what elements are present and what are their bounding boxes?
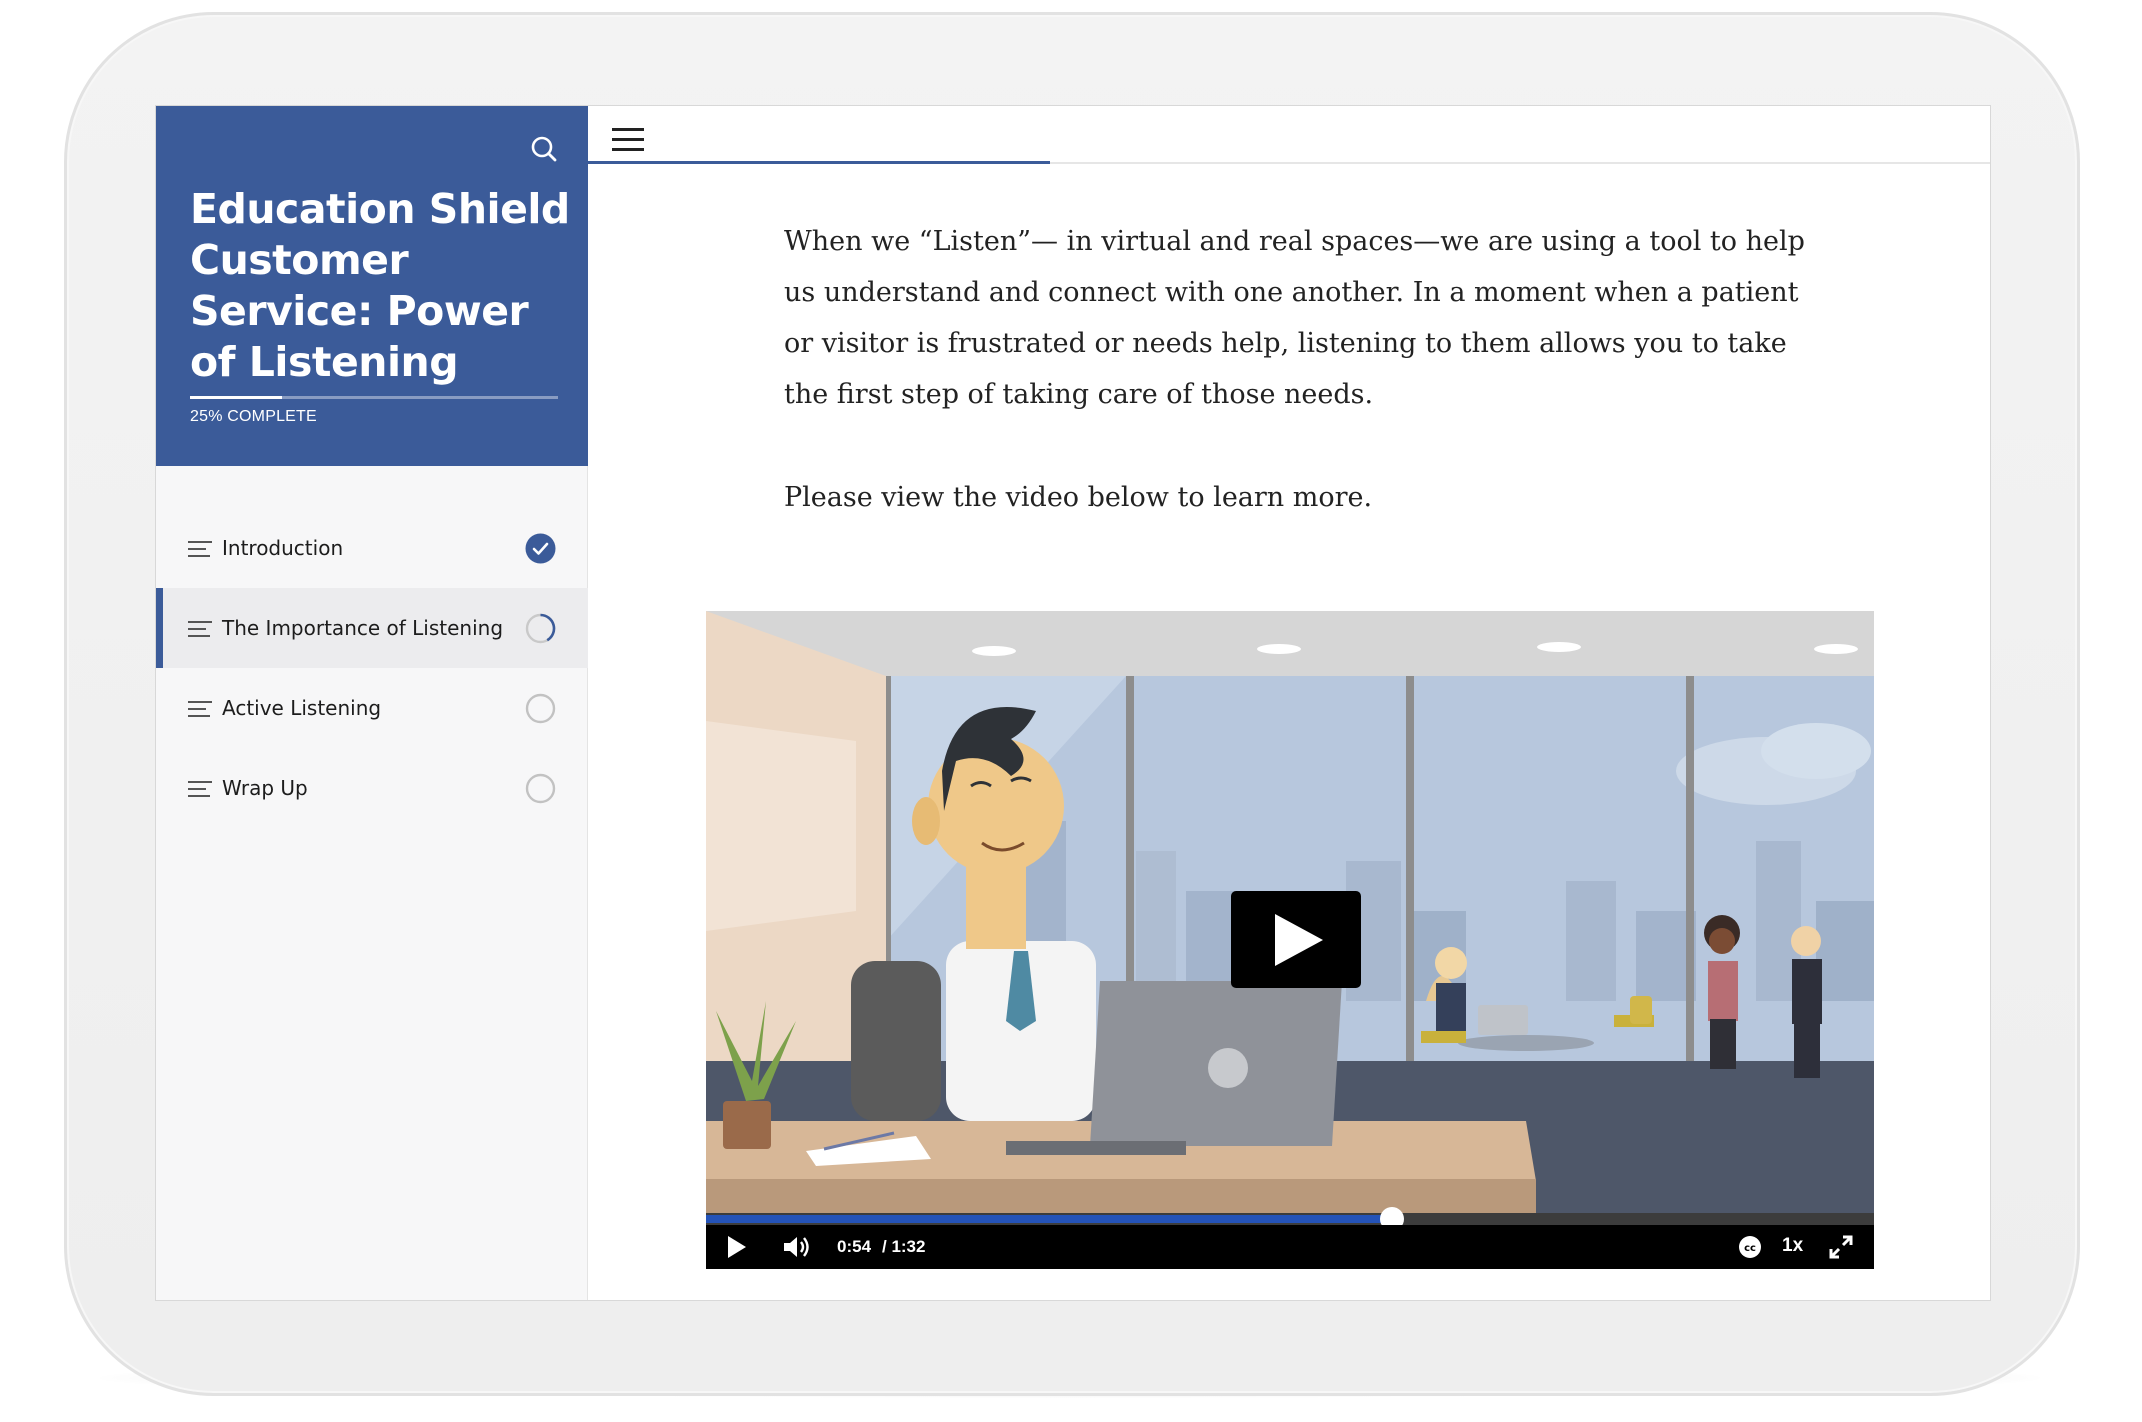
fullscreen-button[interactable] — [1829, 1235, 1853, 1264]
volume-button[interactable] — [784, 1235, 812, 1264]
video-play-overlay-button[interactable] — [1231, 891, 1361, 988]
volume-icon — [784, 1237, 809, 1257]
playback-speed-button[interactable]: 1x — [1782, 1235, 1803, 1257]
lesson-topbar — [588, 106, 1990, 164]
menu-lines-icon — [188, 621, 212, 637]
video-scrubber[interactable] — [706, 1207, 1874, 1231]
course-sidebar: Education Shield Customer Service: Power… — [156, 106, 588, 1300]
play-icon — [1275, 914, 1323, 966]
lesson-item-introduction[interactable]: Introduction — [156, 508, 588, 588]
empty-circle-icon — [525, 693, 556, 724]
lesson-item-active-listening[interactable]: Active Listening — [156, 668, 588, 748]
lesson-content: When we “Listen”— in virtual and real sp… — [784, 216, 1814, 575]
menu-lines-icon — [188, 541, 212, 557]
course-progress-label: 25% COMPLETE — [190, 408, 317, 425]
lesson-progress-indicator — [588, 161, 1050, 164]
lesson-label: Active Listening — [222, 696, 382, 720]
video-controls: 0:54 / 1:32 cc 1x — [706, 1225, 1874, 1269]
play-button[interactable] — [728, 1236, 746, 1263]
lesson-item-importance-of-listening[interactable]: The Importance of Listening — [156, 588, 588, 668]
check-circle-icon — [525, 533, 556, 564]
lesson-label: Introduction — [222, 536, 344, 560]
hamburger-icon[interactable] — [612, 128, 644, 152]
course-screen: Education Shield Customer Service: Power… — [155, 105, 1991, 1301]
lesson-item-wrap-up[interactable]: Wrap Up — [156, 748, 588, 828]
active-lesson-indicator — [156, 588, 163, 668]
lesson-label: The Importance of Listening — [222, 616, 504, 640]
closed-captions-button[interactable]: cc — [1738, 1235, 1762, 1264]
svg-text:cc: cc — [1744, 1243, 1756, 1254]
course-title: Education Shield Customer Service: Power… — [190, 185, 570, 386]
lesson-label: Wrap Up — [222, 776, 308, 800]
menu-lines-icon — [188, 781, 212, 797]
lesson-paragraph: Please view the video below to learn mor… — [784, 482, 1373, 513]
search-icon — [531, 136, 557, 162]
search-button[interactable] — [526, 132, 562, 168]
video-player[interactable]: 0:54 / 1:32 cc 1x — [706, 611, 1874, 1269]
menu-lines-icon — [188, 701, 212, 717]
video-current-time: 0:54 — [837, 1237, 872, 1256]
play-icon — [728, 1236, 746, 1258]
course-progress-fill — [190, 396, 282, 399]
lesson-paragraph: When we “Listen”— in virtual and real sp… — [784, 226, 1805, 410]
closed-captions-icon: cc — [1739, 1236, 1761, 1258]
empty-circle-icon — [525, 773, 556, 804]
progress-ring-icon — [525, 613, 556, 644]
course-progress-bar — [190, 396, 558, 399]
video-duration: / 1:32 — [882, 1237, 926, 1256]
sidebar-header: Education Shield Customer Service: Power… — [156, 106, 588, 466]
fullscreen-icon — [1829, 1235, 1853, 1259]
video-scrubber-played — [706, 1215, 1392, 1223]
